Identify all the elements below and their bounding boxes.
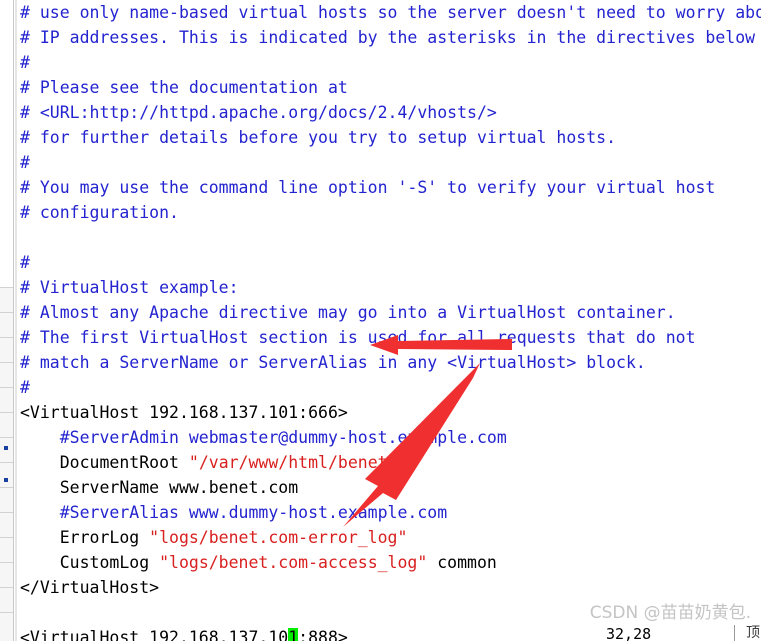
gutter-fold-block[interactable] bbox=[0, 562, 13, 587]
code-line[interactable]: # <URL:http://httpd.apache.org/docs/2.4/… bbox=[20, 100, 761, 125]
code-line[interactable] bbox=[20, 225, 761, 250]
editor-gutter bbox=[0, 0, 14, 641]
status-bar: 32,28 顶 bbox=[0, 625, 761, 641]
gutter-fold-block[interactable] bbox=[0, 337, 13, 362]
code-line[interactable]: # bbox=[20, 50, 761, 75]
gutter-fold-block[interactable] bbox=[0, 412, 13, 437]
status-scroll-label: 顶 bbox=[746, 625, 760, 641]
code-token: </VirtualHost> bbox=[20, 578, 160, 597]
gutter-fold-block[interactable] bbox=[0, 287, 13, 312]
code-token: # The first VirtualHost section is used … bbox=[20, 328, 696, 347]
code-token: # Almost any Apache directive may go int… bbox=[20, 303, 676, 322]
code-line[interactable]: # You may use the command line option '-… bbox=[20, 175, 761, 200]
status-divider bbox=[734, 625, 735, 641]
code-line[interactable]: ServerName www.benet.com bbox=[20, 475, 761, 500]
code-token: # bbox=[20, 253, 30, 272]
code-line[interactable]: # use only name-based virtual hosts so t… bbox=[20, 0, 761, 25]
code-token: #ServerAdmin webmaster@dummy-host.exampl… bbox=[20, 428, 507, 447]
code-line[interactable]: # The first VirtualHost section is used … bbox=[20, 325, 761, 350]
code-line[interactable]: # for further details before you try to … bbox=[20, 125, 761, 150]
code-line[interactable]: #ServerAlias www.dummy-host.example.com bbox=[20, 500, 761, 525]
code-line[interactable]: # bbox=[20, 375, 761, 400]
code-line[interactable]: # IP addresses. This is indicated by the… bbox=[20, 25, 761, 50]
code-token: # bbox=[20, 153, 30, 172]
code-token: # use only name-based virtual hosts so t… bbox=[20, 3, 761, 22]
code-token: # match a ServerName or ServerAlias in a… bbox=[20, 353, 646, 372]
code-token: # bbox=[20, 378, 30, 397]
code-line[interactable]: ErrorLog "logs/benet.com-error_log" bbox=[20, 525, 761, 550]
code-token: # configuration. bbox=[20, 203, 179, 222]
code-token: CustomLog bbox=[20, 553, 160, 572]
code-line[interactable]: # bbox=[20, 250, 761, 275]
code-line[interactable]: # bbox=[20, 150, 761, 175]
code-line[interactable]: # configuration. bbox=[20, 200, 761, 225]
code-line[interactable]: </VirtualHost> bbox=[20, 575, 761, 600]
csdn-watermark: CSDN @苗苗奶黄包. bbox=[589, 603, 751, 623]
code-token: "/var/www/html/benet" bbox=[188, 453, 398, 472]
code-content[interactable]: # use only name-based virtual hosts so t… bbox=[20, 0, 761, 641]
gutter-fold-block[interactable] bbox=[0, 362, 13, 387]
code-line[interactable]: # Almost any Apache directive may go int… bbox=[20, 300, 761, 325]
cursor-position: 32,28 bbox=[606, 625, 652, 641]
gutter-fold-block[interactable] bbox=[0, 537, 13, 562]
code-token: # bbox=[20, 53, 30, 72]
code-token: # for further details before you try to … bbox=[20, 128, 617, 147]
code-line[interactable]: # Please see the documentation at bbox=[20, 75, 761, 100]
code-token: DocumentRoot bbox=[20, 453, 189, 472]
code-line[interactable]: CustomLog "logs/benet.com-access_log" co… bbox=[20, 550, 761, 575]
code-token: <VirtualHost 192.168.137.101:666> bbox=[20, 403, 348, 422]
gutter-rail bbox=[15, 0, 17, 641]
gutter-fold-block[interactable] bbox=[0, 587, 13, 612]
code-line[interactable]: # match a ServerName or ServerAlias in a… bbox=[20, 350, 761, 375]
code-line[interactable]: <VirtualHost 192.168.137.101:666> bbox=[20, 400, 761, 425]
gutter-marker-dot[interactable] bbox=[4, 446, 8, 450]
code-token: # Please see the documentation at bbox=[20, 78, 348, 97]
code-token: common bbox=[427, 553, 497, 572]
gutter-fold-block[interactable] bbox=[0, 487, 13, 512]
code-token: # You may use the command line option '-… bbox=[20, 178, 716, 197]
code-line[interactable]: DocumentRoot "/var/www/html/benet" bbox=[20, 450, 761, 475]
code-token: # VirtualHost example: bbox=[20, 278, 239, 297]
code-token: ServerName www.benet.com bbox=[20, 478, 299, 497]
gutter-fold-block[interactable] bbox=[0, 387, 13, 412]
code-token: # IP addresses. This is indicated by the… bbox=[20, 28, 756, 47]
gutter-fold-block[interactable] bbox=[0, 462, 13, 487]
code-token: #ServerAlias www.dummy-host.example.com bbox=[20, 503, 448, 522]
gutter-fold-block[interactable] bbox=[0, 312, 13, 337]
code-line[interactable]: #ServerAdmin webmaster@dummy-host.exampl… bbox=[20, 425, 761, 450]
code-token: "logs/benet.com-access_log" bbox=[159, 553, 428, 572]
gutter-marker-dot[interactable] bbox=[4, 478, 8, 482]
text-editor[interactable]: # use only name-based virtual hosts so t… bbox=[0, 0, 761, 641]
code-token: "logs/benet.com-error_log" bbox=[149, 528, 408, 547]
code-token: ErrorLog bbox=[20, 528, 150, 547]
gutter-fold-block[interactable] bbox=[0, 512, 13, 537]
code-line[interactable]: # VirtualHost example: bbox=[20, 275, 761, 300]
code-token: # <URL:http://httpd.apache.org/docs/2.4/… bbox=[20, 103, 497, 122]
